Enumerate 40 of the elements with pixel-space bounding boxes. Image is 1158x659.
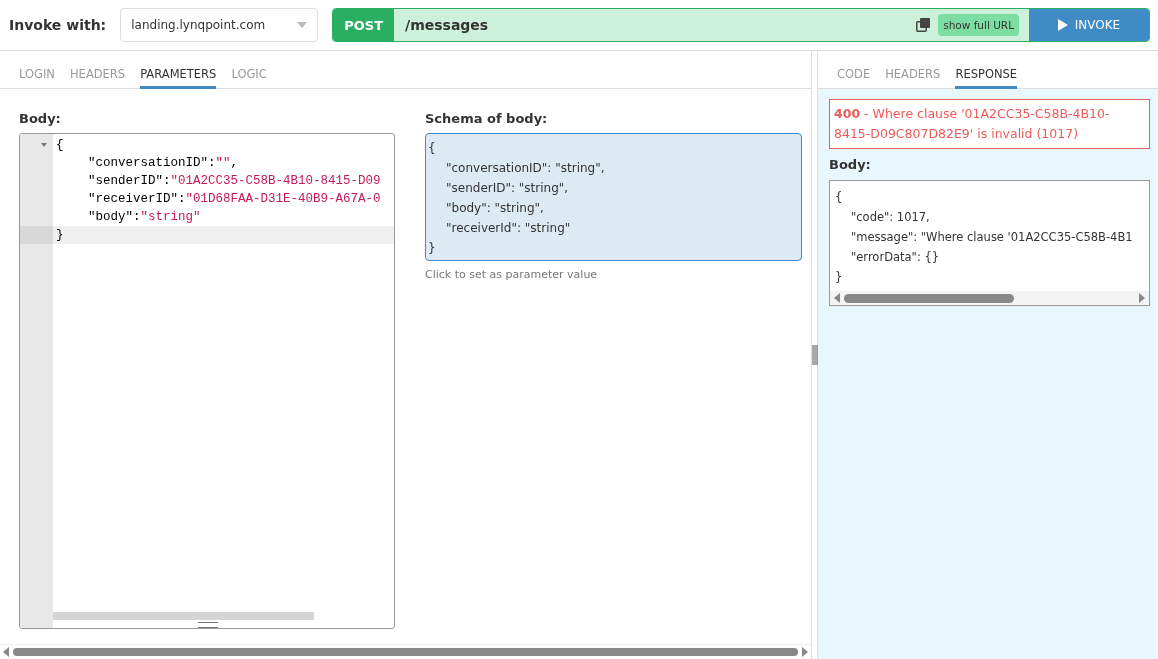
- response-line: {: [834, 189, 844, 206]
- response-line: "code": 1017,: [850, 209, 931, 226]
- response-line: "errorData": {}: [850, 249, 941, 266]
- schema-box[interactable]: { "conversationID": "string", "senderID": "string", "body": "string", "receiverId": "string" }: [425, 133, 802, 261]
- response-line: "message": "Where clause '01A2CC35-C58B-4B1: [850, 229, 1134, 246]
- schema-line: }: [427, 240, 437, 257]
- error-message: 400 - Where clause '01A2CC35-C58B-4B10-8415-D09C807D82E9' is invalid (1017): [829, 99, 1150, 149]
- splitter-grip-icon[interactable]: [812, 345, 818, 365]
- play-icon: [1057, 19, 1068, 31]
- code-line: "conversationID":"",: [87, 155, 240, 172]
- schema-line: {: [427, 140, 437, 157]
- schema-label: Schema of body:: [425, 111, 549, 126]
- page-scrollbar[interactable]: [0, 644, 811, 659]
- resize-grip-icon[interactable]: [198, 622, 218, 628]
- tab[interactable]: PARAMETERS: [140, 67, 217, 89]
- code-line: "body":"string": [87, 209, 202, 226]
- path-text: /messages: [404, 16, 490, 35]
- code-line: "senderID":"01A2CC35-C58B-4B10-8415-D09: [87, 173, 382, 190]
- code-line: "receiverID":"01D68FAA-D31E-40B9-A67A-0: [87, 191, 382, 208]
- scrollbar[interactable]: [830, 291, 1149, 305]
- code-editor[interactable]: { "conversationID":"", "senderID":"01A2CC35-C58B-4B10-8415-D09 "receiverID":"01D68FAA-D31E-40B9-A67A-0 "body":"string" }: [19, 133, 395, 629]
- body-label: Body:: [19, 111, 62, 126]
- fold-icon[interactable]: [41, 143, 47, 147]
- hint-text: Click to set as parameter value: [425, 268, 599, 281]
- method-badge: POST: [333, 9, 395, 41]
- scrollbar[interactable]: [53, 612, 314, 620]
- response-line: }: [834, 269, 844, 286]
- show-full-url-button[interactable]: show full URL: [938, 14, 1019, 36]
- invoke-label: Invoke with:: [9, 17, 107, 33]
- schema-line: "senderID": "string",: [445, 180, 570, 197]
- schema-line: "receiverId": "string": [445, 220, 572, 237]
- schema-line: "conversationID": "string",: [445, 160, 606, 177]
- copy-icon[interactable]: [916, 18, 931, 32]
- caret-icon: [297, 22, 308, 28]
- schema-line: "body": "string",: [445, 200, 545, 217]
- code-line: {: [55, 137, 65, 154]
- response-body-label: Body:: [829, 157, 872, 172]
- invoke-button[interactable]: INVOKE: [1029, 9, 1149, 41]
- tab[interactable]: RESPONSE: [955, 67, 1018, 89]
- host-dropdown[interactable]: landing.lynqpoint.com: [120, 8, 319, 42]
